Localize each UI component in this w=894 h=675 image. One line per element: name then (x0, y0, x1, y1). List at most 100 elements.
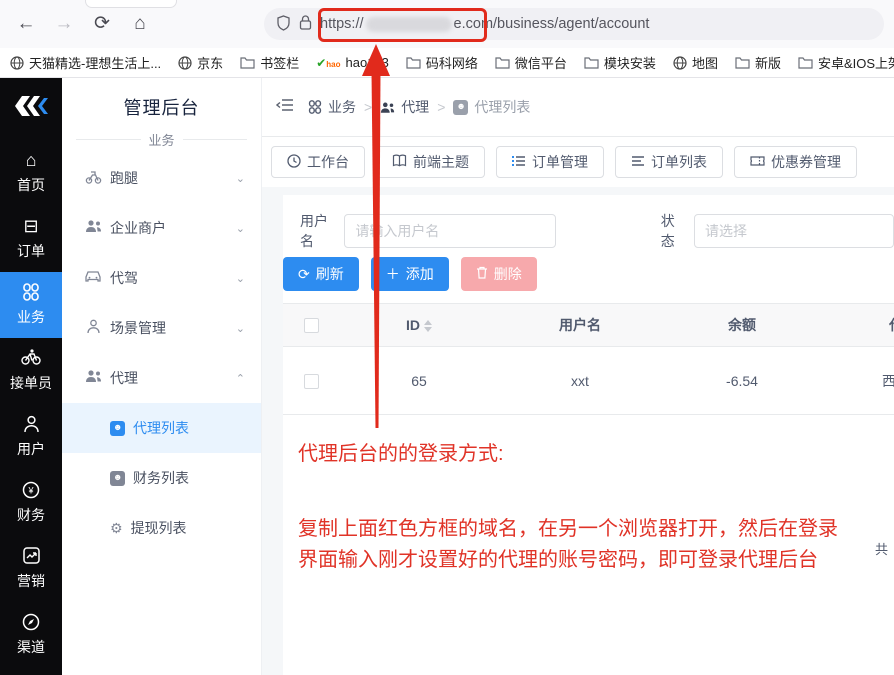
rail-item-channel[interactable]: 渠道 (0, 602, 62, 668)
plus-icon: ＋ (386, 264, 400, 284)
reload-button[interactable]: ⟳ (90, 12, 114, 35)
menu-item-daijia[interactable]: 代驾 ⌄ (62, 253, 261, 303)
menu-item-merchants[interactable]: 企业商户 ⌄ (62, 203, 261, 253)
chevron-up-icon: ⌃ (236, 372, 245, 385)
refresh-button[interactable]: ⟳ 刷新 (283, 257, 359, 291)
submenu-item-finance-list[interactable]: 财务列表 (62, 453, 261, 503)
cell-id: 65 (339, 347, 499, 415)
globe-icon (10, 56, 24, 70)
sort-icon[interactable] (424, 320, 432, 332)
grid-icon (308, 100, 322, 114)
bookmark-folder-new[interactable]: 新版 (735, 53, 781, 72)
chevron-down-icon: ⌄ (236, 322, 245, 335)
tab-coupon-management[interactable]: 优惠券管理 (734, 146, 857, 178)
cell-username: xxt (499, 347, 661, 415)
hao123-icon: ✔hao (316, 56, 340, 70)
breadcrumb-separator: > (437, 99, 445, 115)
status-select[interactable] (694, 214, 894, 248)
col-username: 用户名 (499, 304, 661, 347)
bookmark-folder-make[interactable]: 码科网络 (406, 53, 478, 72)
ticket-icon (750, 155, 765, 170)
bookmark-map[interactable]: 地图 (673, 53, 718, 72)
list-bullets-icon (512, 155, 526, 170)
lock-icon (299, 15, 312, 33)
id-badge-icon (110, 421, 125, 436)
book-icon (392, 154, 407, 170)
clock-icon (287, 154, 301, 171)
logo-icon (13, 93, 49, 119)
pagination-total: 共 (875, 539, 888, 558)
select-all-checkbox[interactable] (304, 318, 319, 333)
id-badge-icon (453, 100, 468, 115)
forward-button[interactable]: → (52, 13, 76, 35)
rider-icon (21, 349, 41, 369)
col-balance: 余额 (661, 304, 823, 347)
tab-workbench[interactable]: 工作台 (271, 146, 365, 178)
home-button[interactable]: ⌂ (128, 13, 152, 35)
breadcrumb: 业务 > 代理 > 代理列表 (262, 78, 894, 137)
tab-order-management[interactable]: 订单管理 (496, 146, 604, 178)
bookmark-folder-module[interactable]: 模块安装 (584, 53, 656, 72)
shield-icon[interactable] (276, 15, 291, 34)
chevron-down-icon: ⌄ (236, 272, 245, 285)
menu-item-scenes[interactable]: 场景管理 ⌄ (62, 303, 261, 353)
breadcrumb-agents[interactable]: 代理 (380, 97, 429, 117)
rail-item-users[interactable]: 用户 (0, 404, 62, 470)
tab-frontend-theme[interactable]: 前端主题 (376, 146, 485, 178)
rail-item-home[interactable]: ⌂ 首页 (0, 140, 62, 206)
rail-item-marketing[interactable]: 营销 (0, 536, 62, 602)
row-checkbox[interactable] (304, 374, 319, 389)
car-icon (84, 269, 102, 287)
main-content: 业务 > 代理 > 代理列表 工作台 前端主题 (262, 78, 894, 675)
rail-item-orders[interactable]: ⊟ 订单 (0, 206, 62, 272)
agent-list-panel: 用户名 状态 ⟳ 刷新 ＋ 添加 删除 (283, 195, 894, 675)
menu-item-agents[interactable]: 代理 ⌃ (62, 353, 261, 403)
bookmark-folder-wechat[interactable]: 微信平台 (495, 53, 567, 72)
folder-icon (406, 56, 421, 69)
app-logo[interactable] (0, 78, 62, 134)
errand-icon (84, 169, 102, 188)
username-label: 用户名 (300, 211, 333, 251)
col-id[interactable]: ID (339, 304, 499, 347)
browser-tab[interactable] (85, 0, 177, 8)
cell-balance: -6.54 (661, 347, 823, 415)
breadcrumb-separator: > (364, 99, 372, 115)
delete-button[interactable]: 删除 (461, 257, 537, 291)
submenu-item-withdraw-list[interactable]: ⚙ 提现列表 (62, 503, 261, 553)
bookmarks-bar: 天猫精选-理想生活上... 京东 书签栏 ✔hao hao123 码科网络 微信… (0, 48, 894, 78)
chevron-down-icon: ⌄ (236, 172, 245, 185)
quick-tabs: 工作台 前端主题 订单管理 订单列表 优惠券管理 (262, 137, 894, 187)
secondary-sidebar: 管理后台 业务 跑腿 ⌄ 企业商户 ⌄ 代驾 ⌄ 场景管理 ⌄ 代理 ⌃ (62, 78, 262, 675)
lines-icon (631, 155, 645, 170)
back-button[interactable]: ← (14, 13, 38, 35)
bookmark-tmall[interactable]: 天猫精选-理想生活上... (10, 53, 161, 72)
url-text[interactable]: https://e.com/business/agent/account (320, 16, 649, 32)
bookmark-folder-android-ios[interactable]: 安卓&IOS上架 (798, 53, 894, 72)
breadcrumb-agent-list[interactable]: 代理列表 (453, 97, 530, 117)
id-badge-icon (110, 471, 125, 486)
add-button[interactable]: ＋ 添加 (371, 257, 449, 291)
rail-item-business[interactable]: 业务 (0, 272, 62, 338)
chevron-down-icon: ⌄ (236, 222, 245, 235)
bookmark-folder-shuqianlan[interactable]: 书签栏 (240, 53, 299, 72)
address-bar[interactable]: https://e.com/business/agent/account (264, 8, 884, 40)
trash-icon (476, 266, 488, 282)
folder-icon (495, 56, 510, 69)
submenu-item-agent-list[interactable]: 代理列表 (62, 403, 261, 453)
status-label: 状态 (661, 211, 683, 251)
username-input[interactable] (344, 214, 555, 248)
bookmark-hao123[interactable]: ✔hao hao123 (316, 55, 389, 70)
home-icon: ⌂ (26, 151, 37, 171)
collapse-sidebar-icon[interactable] (276, 98, 294, 117)
bookmark-jd[interactable]: 京东 (178, 53, 223, 72)
marketing-icon (23, 547, 40, 567)
order-icon: ⊟ (23, 217, 38, 237)
rail-item-finance[interactable]: ¥ 财务 (0, 470, 62, 536)
grid-icon (22, 283, 40, 303)
rail-item-riders[interactable]: 接单员 (0, 338, 62, 404)
breadcrumb-business[interactable]: 业务 (308, 97, 356, 117)
tab-order-list[interactable]: 订单列表 (615, 146, 723, 178)
finance-icon: ¥ (22, 481, 40, 501)
menu-item-paotui[interactable]: 跑腿 ⌄ (62, 153, 261, 203)
table-row[interactable]: 65 xxt -6.54 西乡塘 (283, 347, 894, 415)
